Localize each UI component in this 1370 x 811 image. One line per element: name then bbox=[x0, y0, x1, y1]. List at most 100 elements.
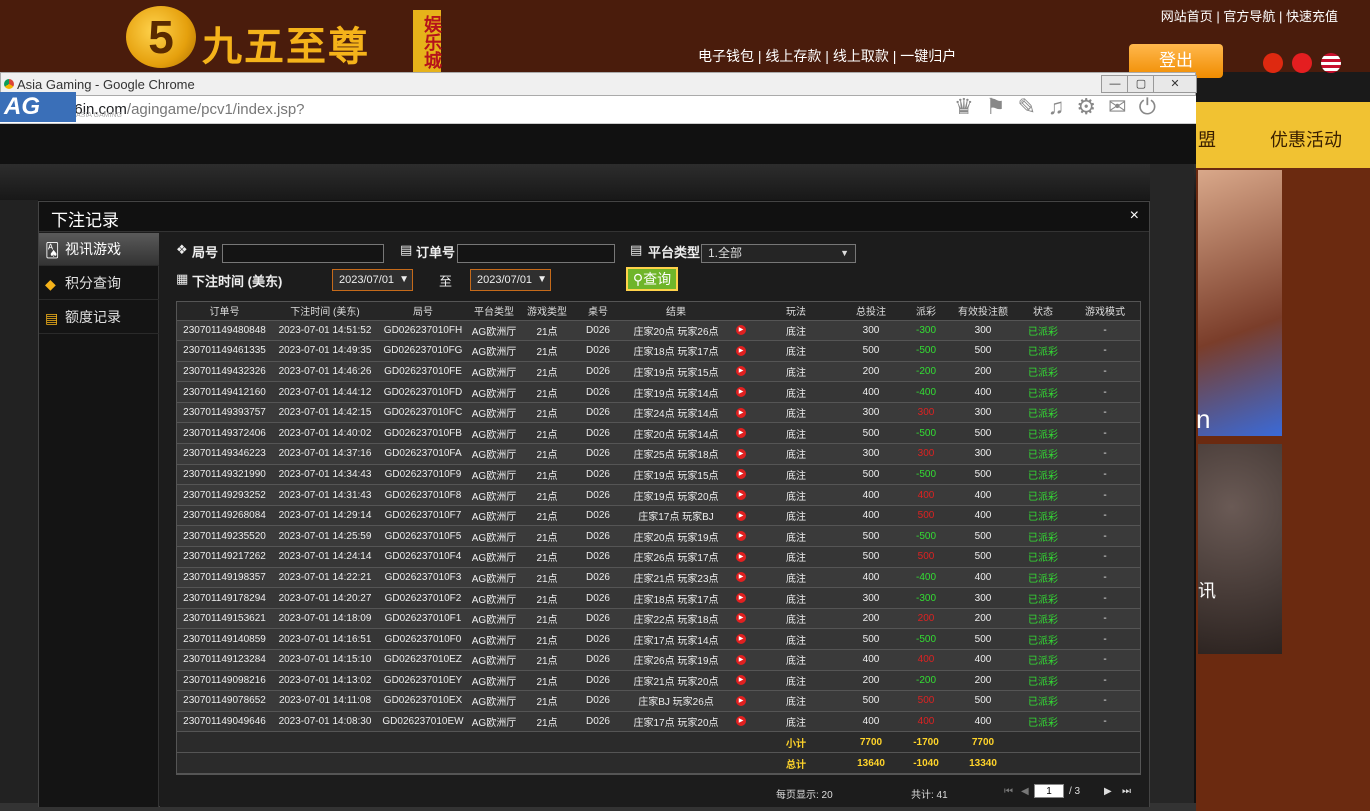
date-to-picker[interactable]: 2023/07/01 ▼ bbox=[470, 269, 551, 291]
table-row[interactable]: 230701149412160 2023-07-01 14:44:12 GD0262… bbox=[177, 381, 1140, 403]
sidebar-item-live-games[interactable]: 🂡 视讯游戏 bbox=[39, 233, 159, 266]
table-row[interactable]: 230701149480848 2023-07-01 14:51:52 GD0262… bbox=[177, 320, 1140, 342]
order-id-cell: 230701149217262 bbox=[177, 546, 272, 568]
close-window-icon[interactable]: ✕ bbox=[1153, 75, 1197, 93]
table-row[interactable]: 230701149432326 2023-07-01 14:46:26 GD0262… bbox=[177, 361, 1140, 383]
table-row[interactable]: 230701149393757 2023-07-01 14:42:15 GD0262… bbox=[177, 402, 1140, 424]
game-left-panel bbox=[0, 200, 38, 811]
game-mode-cell: - bbox=[1070, 711, 1140, 733]
nav-item-promotions[interactable]: 优惠活动 bbox=[1270, 126, 1342, 152]
power-icon[interactable]: ⏻ bbox=[1139, 94, 1168, 119]
date-to-value: 2023/07/01 bbox=[477, 274, 533, 286]
play-replay-icon[interactable]: ▶ bbox=[736, 572, 746, 583]
date-from-picker[interactable]: 2023/07/01 ▼ bbox=[332, 269, 413, 291]
play-replay-icon[interactable]: ▶ bbox=[736, 592, 746, 603]
round-label: 局号 bbox=[192, 245, 219, 260]
nav-item-partial[interactable]: 盟 bbox=[1198, 126, 1216, 152]
play-replay-icon[interactable]: ▶ bbox=[736, 510, 746, 521]
play-replay-icon[interactable]: ▶ bbox=[736, 448, 746, 459]
play-replay-icon[interactable]: ▶ bbox=[736, 428, 746, 439]
vip-icon[interactable]: ♛ bbox=[954, 94, 986, 119]
sidebar-item-points[interactable]: ◆ 积分查询 bbox=[39, 267, 159, 300]
order-id-cell: 230701149235520 bbox=[177, 525, 272, 548]
sidebar-item-credit-records[interactable]: ▤ 额度记录 bbox=[39, 301, 159, 334]
round-input[interactable] bbox=[222, 244, 384, 263]
ag-logo: AG bbox=[0, 92, 76, 122]
cn-flag-icon[interactable] bbox=[1292, 53, 1312, 73]
last-page-icon[interactable]: ⏭ bbox=[1122, 786, 1131, 797]
play-replay-icon[interactable]: ▶ bbox=[736, 695, 746, 706]
table-id-cell: D026 bbox=[574, 670, 622, 692]
table-row[interactable]: 230701149461335 2023-07-01 14:49:35 GD0262… bbox=[177, 340, 1140, 362]
table-row[interactable]: 230701149078652 2023-07-01 14:11:08 GD0262… bbox=[177, 690, 1140, 712]
prev-page-icon[interactable]: ◀ bbox=[1021, 786, 1029, 797]
platform-select[interactable]: 1.全部 ▼ bbox=[701, 244, 856, 263]
play-replay-icon[interactable]: ▶ bbox=[736, 716, 746, 727]
table-row[interactable]: 230701149321990 2023-07-01 14:34:43 GD0262… bbox=[177, 464, 1140, 486]
table-row[interactable]: 230701149049646 2023-07-01 14:08:30 GD0262… bbox=[177, 711, 1140, 733]
order-id-cell: 230701149268084 bbox=[177, 505, 272, 527]
query-button[interactable]: ⚲查询 bbox=[626, 267, 678, 291]
play-replay-icon[interactable]: ▶ bbox=[736, 366, 746, 377]
first-page-icon[interactable]: ⏮ bbox=[1004, 786, 1013, 797]
maximize-icon[interactable]: ▢ bbox=[1127, 75, 1155, 93]
table-row[interactable]: 230701149346223 2023-07-01 14:37:16 GD0262… bbox=[177, 443, 1140, 465]
order-id-cell: 230701149321990 bbox=[177, 464, 272, 486]
message-icon[interactable]: ✉ bbox=[1108, 94, 1138, 119]
result-cell: 庄家19点 玩家15点 bbox=[622, 361, 730, 383]
total-bet-cell: 400 bbox=[840, 567, 902, 589]
table-row[interactable]: 230701149153621 2023-07-01 14:18:09 GD0262… bbox=[177, 608, 1140, 630]
promo-text-2: 讯 bbox=[1198, 581, 1216, 601]
table-row[interactable]: 230701149217262 2023-07-01 14:24:14 GD0262… bbox=[177, 546, 1140, 568]
site-logo-icon[interactable]: 5 bbox=[126, 6, 196, 68]
play-replay-icon[interactable]: ▶ bbox=[736, 551, 746, 562]
total-bet-cell: 400 bbox=[840, 381, 902, 403]
promo-banner-2[interactable] bbox=[1198, 444, 1282, 654]
table-row[interactable]: 230701149372406 2023-07-01 14:40:02 GD0262… bbox=[177, 422, 1140, 445]
table-row[interactable]: 230701149198357 2023-07-01 14:22:21 GD0262… bbox=[177, 567, 1140, 589]
modal-close-icon[interactable]: × bbox=[1130, 207, 1139, 225]
us-flag-icon[interactable] bbox=[1321, 53, 1341, 73]
hk-flag-icon[interactable] bbox=[1263, 53, 1283, 73]
play-replay-icon[interactable]: ▶ bbox=[736, 345, 746, 356]
platform-icon: ▤ bbox=[630, 242, 643, 257]
minimize-icon[interactable]: — bbox=[1101, 75, 1129, 93]
play-replay-icon[interactable]: ▶ bbox=[736, 613, 746, 624]
table-row[interactable]: 230701149123284 2023-07-01 14:15:10 GD0262… bbox=[177, 649, 1140, 671]
play-replay-icon[interactable]: ▶ bbox=[736, 675, 746, 686]
column-header: 有效投注额 bbox=[950, 302, 1016, 321]
valid-bet-cell: 400 bbox=[950, 567, 1016, 589]
play-replay-icon[interactable]: ▶ bbox=[736, 386, 746, 397]
site-top-links[interactable]: 网站首页 | 官方导航 | 快速充值 bbox=[1161, 6, 1338, 25]
music-icon[interactable]: ♫ bbox=[1048, 94, 1077, 119]
table-row[interactable]: 230701149235520 2023-07-01 14:25:59 GD0262… bbox=[177, 525, 1140, 548]
order-input[interactable] bbox=[457, 244, 615, 263]
play-replay-icon[interactable]: ▶ bbox=[736, 407, 746, 418]
play-replay-icon[interactable]: ▶ bbox=[736, 469, 746, 480]
chat-icon[interactable]: ✎ bbox=[1017, 94, 1047, 119]
bet-type-cell: 底注 bbox=[752, 381, 840, 403]
play-replay-icon[interactable]: ▶ bbox=[736, 654, 746, 665]
round-id-cell: GD026237010FA bbox=[378, 443, 468, 465]
gear-icon[interactable]: ⚙ bbox=[1076, 94, 1108, 119]
promo-banner-1[interactable] bbox=[1198, 170, 1282, 436]
table-row[interactable]: 230701149293252 2023-07-01 14:31:43 GD0262… bbox=[177, 484, 1140, 506]
site-logo-text[interactable]: 九五至尊 bbox=[202, 14, 370, 72]
flag-icon[interactable]: ⚑ bbox=[986, 94, 1018, 119]
status-cell: 已派彩 bbox=[1016, 464, 1070, 486]
table-row[interactable]: 230701149098216 2023-07-01 14:13:02 GD0262… bbox=[177, 670, 1140, 692]
table-row[interactable]: 230701149178294 2023-07-01 14:20:27 GD0262… bbox=[177, 587, 1140, 609]
browser-titlebar[interactable]: Asia Gaming - Google Chrome — ▢ ✕ bbox=[0, 72, 1197, 96]
play-replay-icon[interactable]: ▶ bbox=[736, 489, 746, 500]
page-number-input[interactable] bbox=[1034, 784, 1064, 798]
game-type-cell: 21点 bbox=[520, 320, 574, 342]
table-row[interactable]: 230701149268084 2023-07-01 14:29:14 GD0262… bbox=[177, 505, 1140, 527]
next-page-icon[interactable]: ▶ bbox=[1104, 786, 1112, 797]
site-account-links[interactable]: 电子钱包 | 线上存款 | 线上取款 | 一键归户 bbox=[698, 46, 956, 66]
play-replay-icon[interactable]: ▶ bbox=[736, 531, 746, 542]
platform-cell: AG欧洲厅 bbox=[468, 361, 520, 383]
bet-time-cell: 2023-07-01 14:15:10 bbox=[272, 649, 378, 671]
play-replay-icon[interactable]: ▶ bbox=[736, 634, 746, 645]
table-row[interactable]: 230701149140859 2023-07-01 14:16:51 GD0262… bbox=[177, 628, 1140, 650]
play-replay-icon[interactable]: ▶ bbox=[736, 325, 746, 336]
